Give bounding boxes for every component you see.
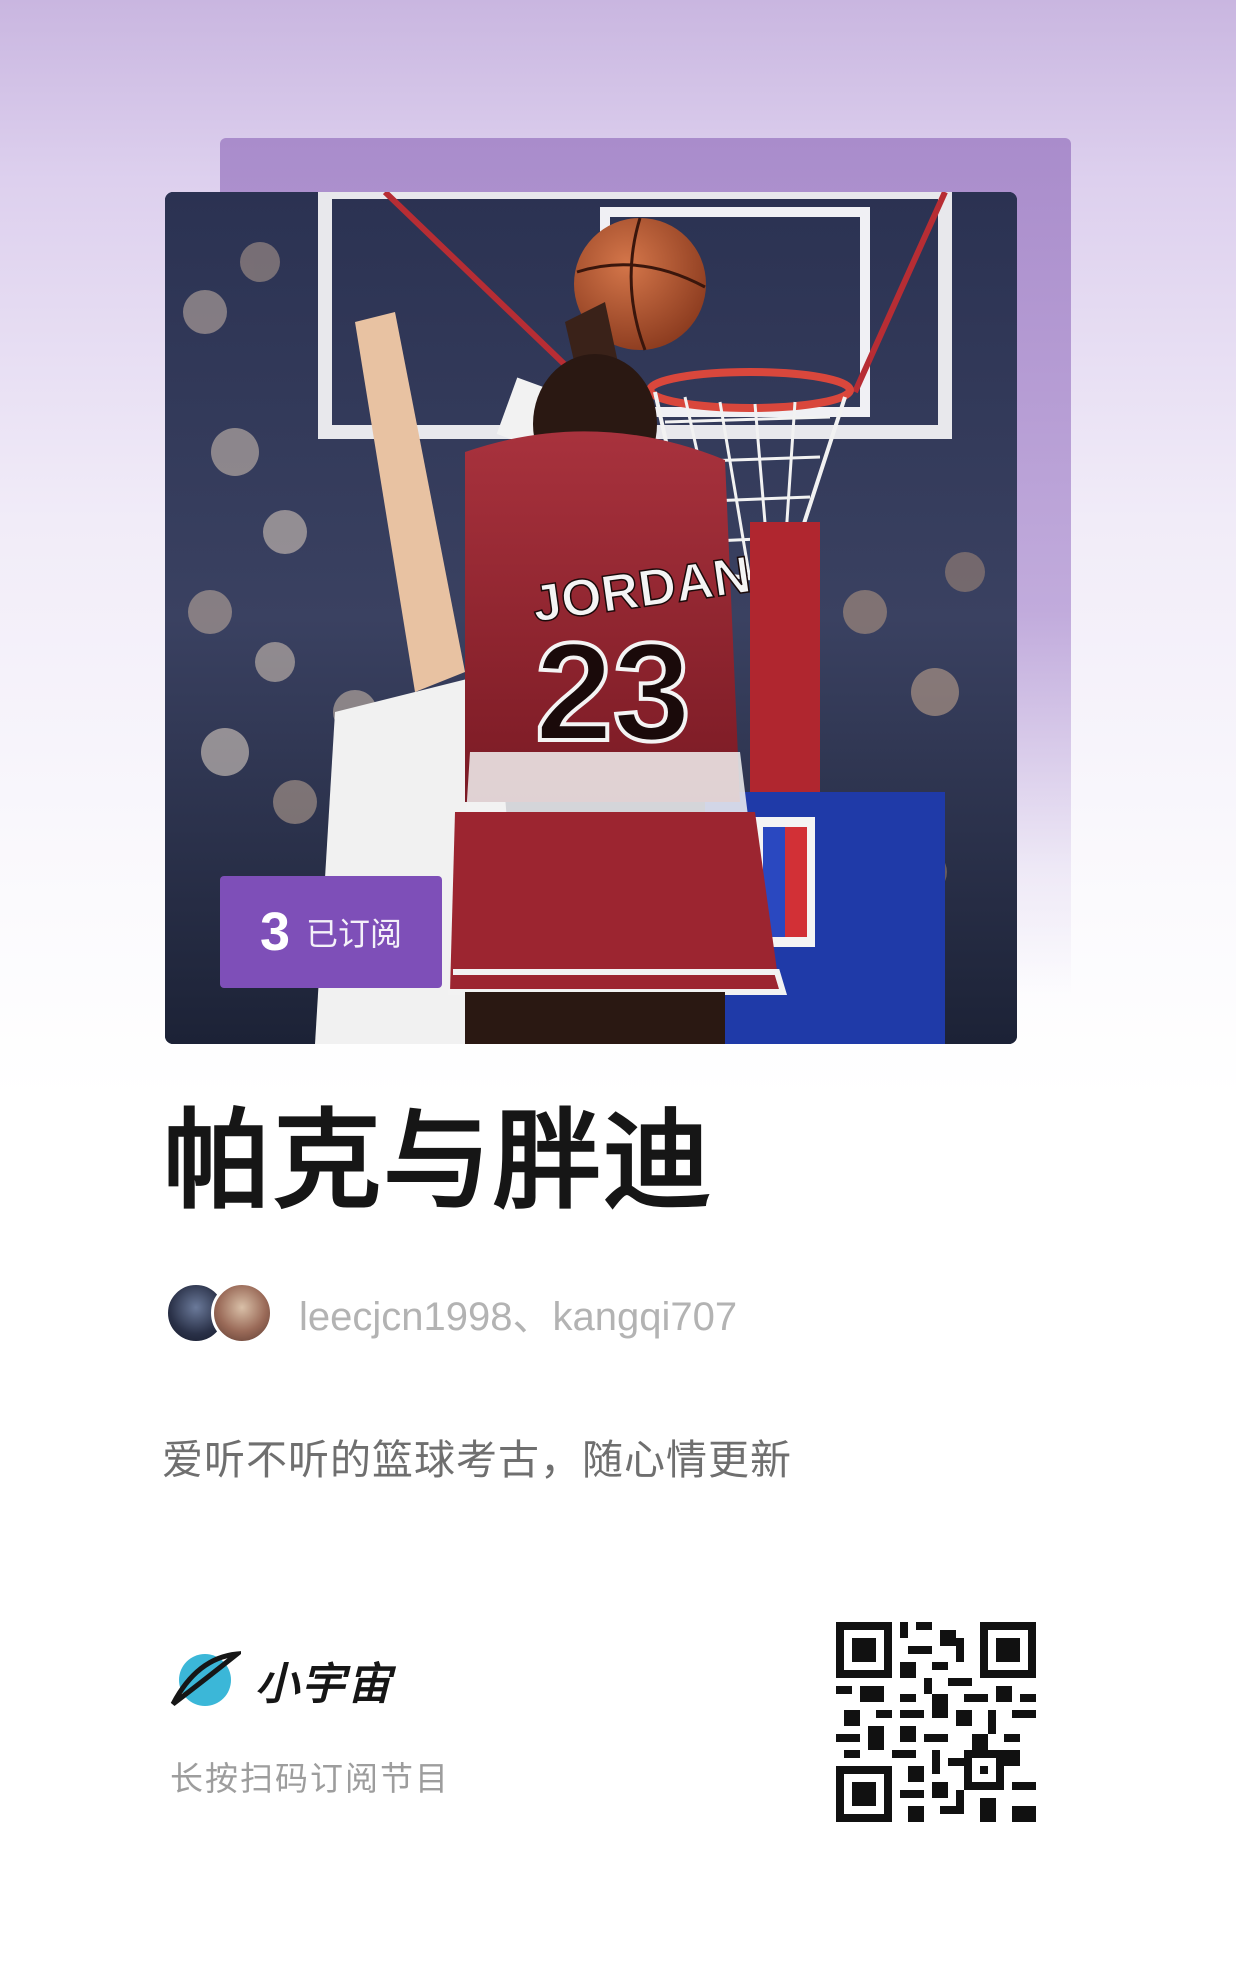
jersey-number: 23 [535,613,691,770]
podcast-cover[interactable]: JORDAN 23 3 已订阅 [165,192,1017,1044]
brand-name: 小宇宙 [255,1659,393,1710]
authors-row[interactable]: leecjcn1998、kangqi707 [165,1278,737,1348]
podcast-title: 帕克与胖迪 [163,1099,714,1224]
subscribed-badge: 3 已订阅 [220,876,442,988]
subscribed-count: 3 [259,902,291,962]
author-names[interactable]: leecjcn1998、kangqi707 [299,1284,737,1342]
podcast-description: 爱听不听的篮球考古，随心情更新 [162,1436,792,1484]
qr-code[interactable] [836,1622,1036,1822]
author-avatar-2[interactable] [211,1282,273,1344]
scan-hint: 长按扫码订阅节目 [170,1759,450,1798]
subscribed-label: 已订阅 [306,915,403,953]
planet-icon [170,1651,241,1706]
brand-logo: 小宇宙 [167,1648,393,1712]
